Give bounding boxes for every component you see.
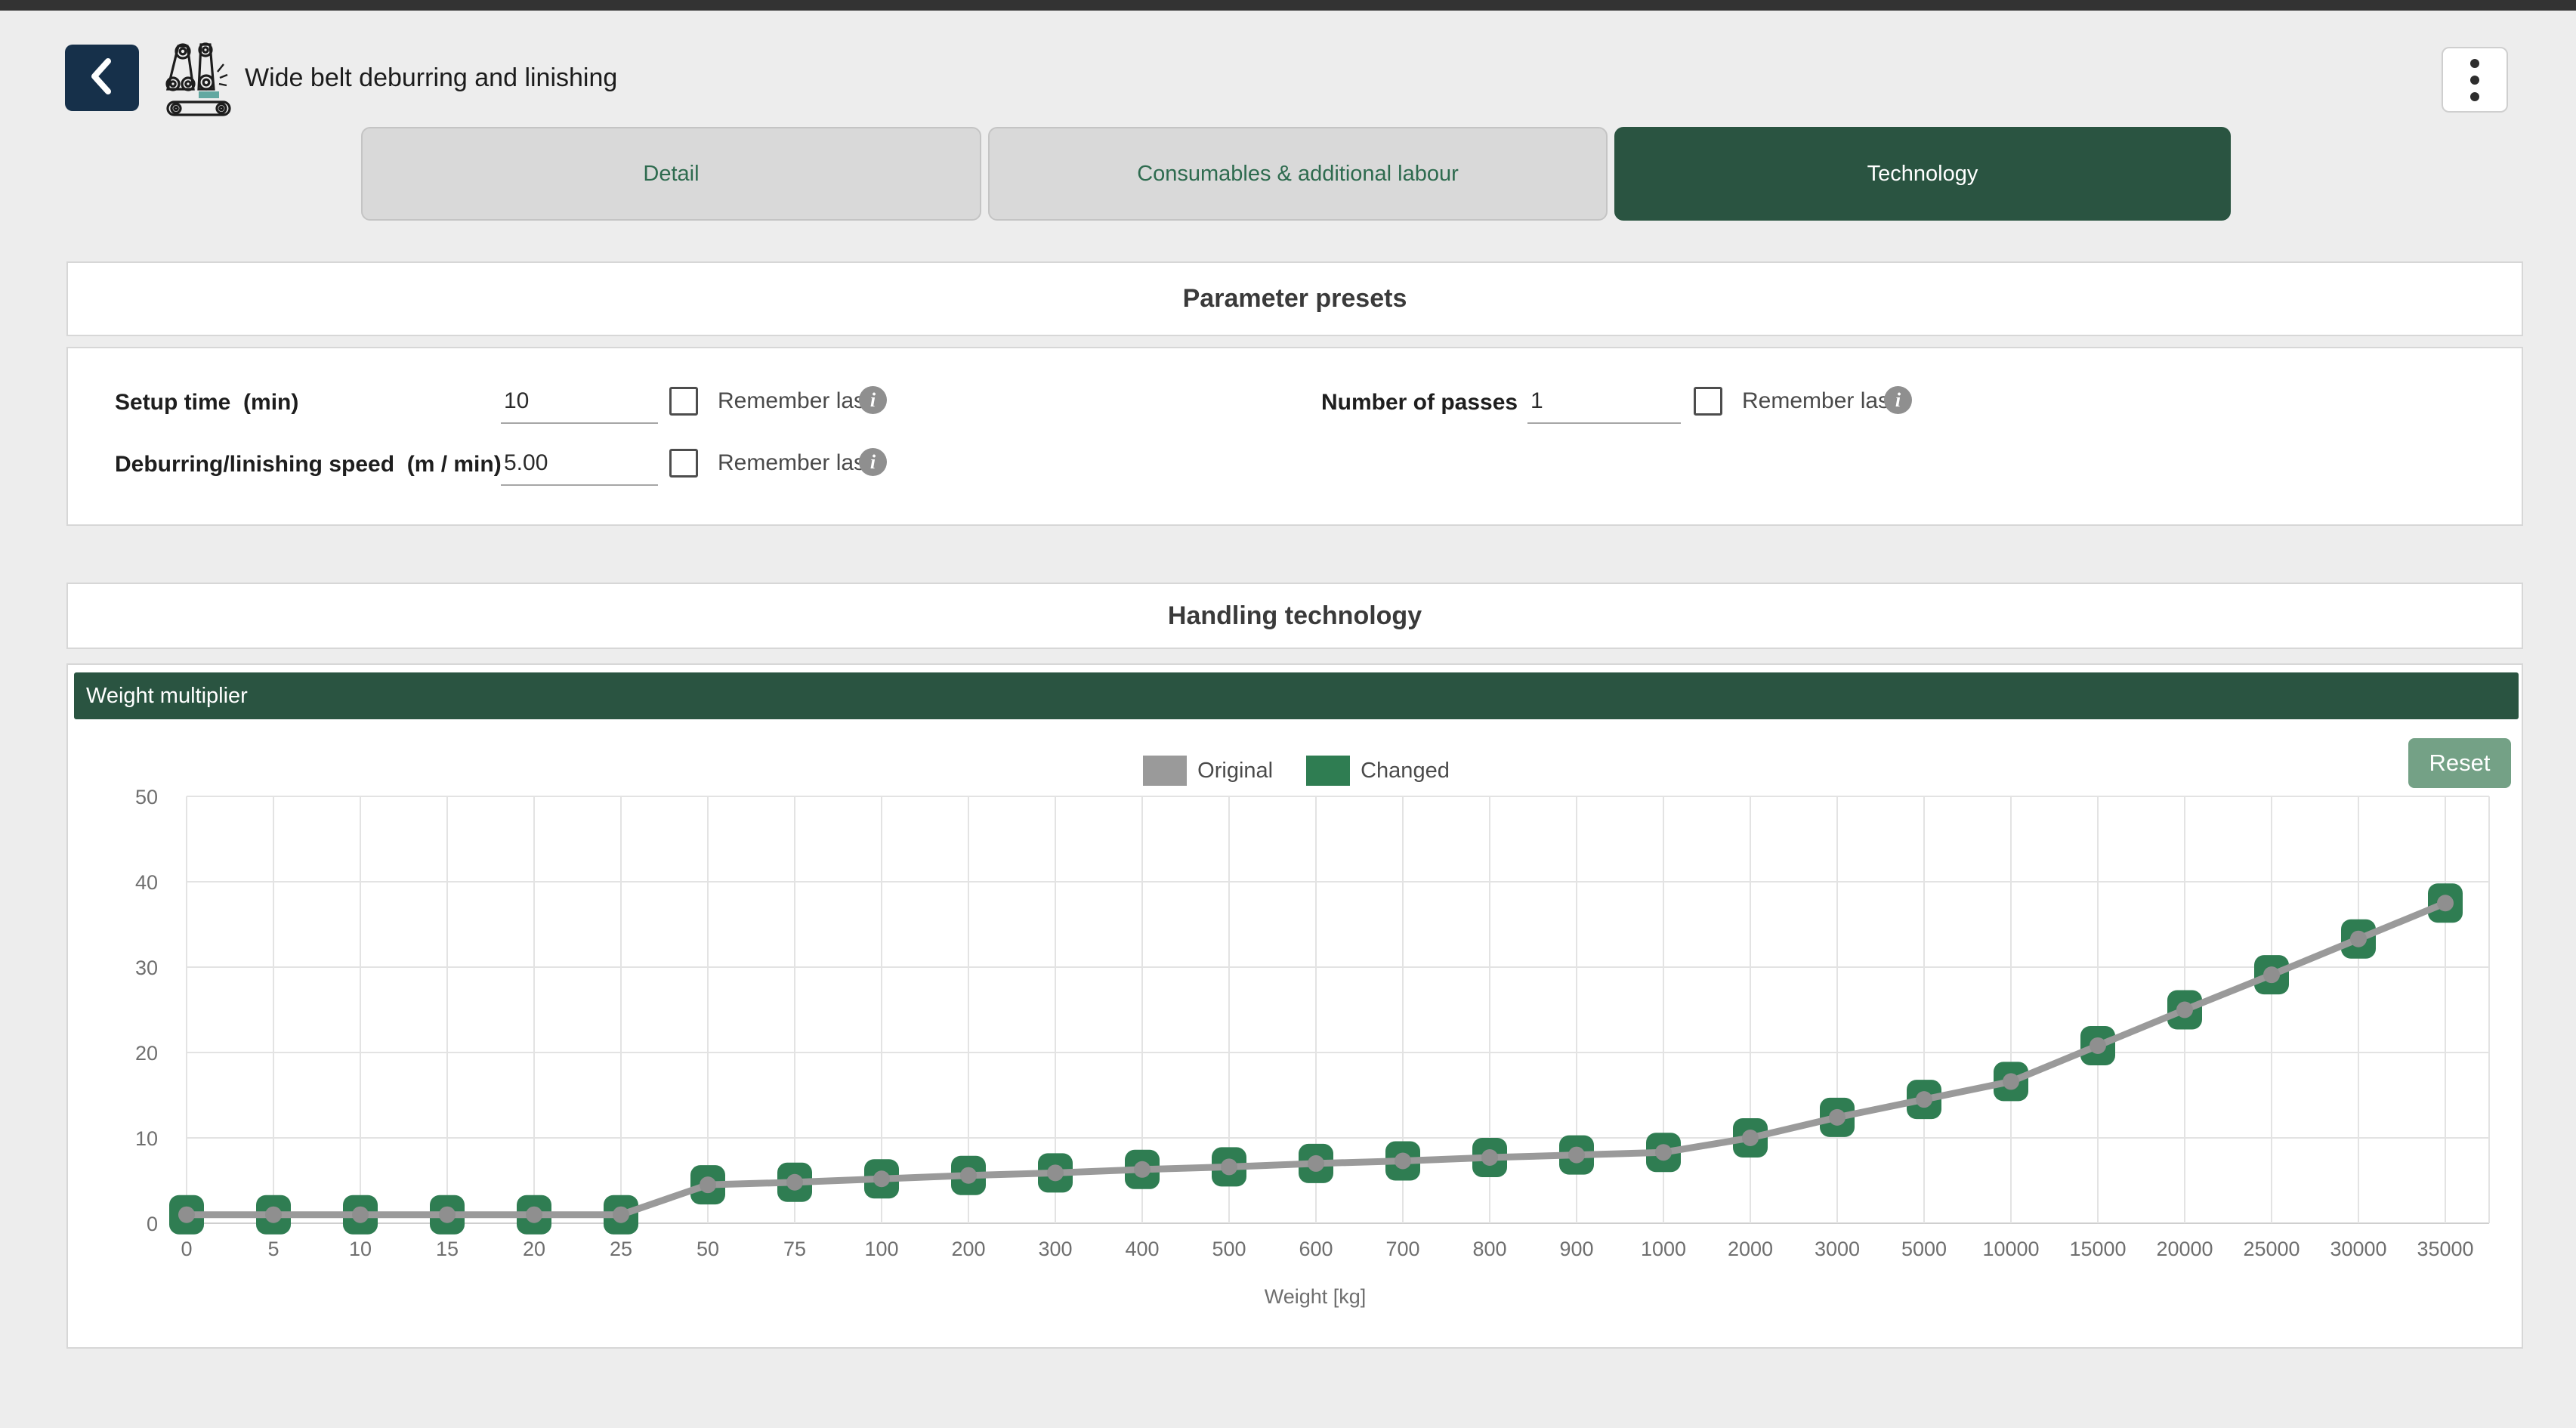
- speed-input[interactable]: [501, 444, 658, 486]
- svg-text:500: 500: [1212, 1238, 1246, 1260]
- svg-text:700: 700: [1385, 1238, 1419, 1260]
- tab-consumables[interactable]: Consumables & additional labour: [988, 127, 1608, 221]
- back-button[interactable]: [65, 45, 139, 111]
- svg-text:2000: 2000: [1728, 1238, 1773, 1260]
- svg-text:15000: 15000: [2069, 1238, 2126, 1260]
- page-title: Wide belt deburring and linishing: [245, 45, 617, 111]
- svg-text:75: 75: [783, 1238, 806, 1260]
- setup-time-remember-label: Remember last: [718, 385, 871, 418]
- tab-technology[interactable]: Technology: [1614, 127, 2231, 221]
- handling-technology-card: Handling technology: [66, 583, 2523, 649]
- svg-text:1000: 1000: [1641, 1238, 1686, 1260]
- handling-technology-title: Handling technology: [68, 584, 2522, 648]
- svg-text:300: 300: [1038, 1238, 1072, 1260]
- svg-text:10: 10: [135, 1127, 158, 1150]
- setup-time-input[interactable]: [501, 382, 658, 424]
- svg-text:900: 900: [1559, 1238, 1593, 1260]
- passes-remember-checkbox[interactable]: [1694, 387, 1722, 416]
- parameter-presets-title: Parameter presets: [68, 263, 2522, 335]
- app-window: Wide belt deburring and linishing Detail…: [0, 0, 2576, 1428]
- svg-text:100: 100: [864, 1238, 898, 1260]
- svg-text:400: 400: [1125, 1238, 1159, 1260]
- svg-text:25000: 25000: [2243, 1238, 2300, 1260]
- svg-text:Weight [kg]: Weight [kg]: [1265, 1285, 1367, 1308]
- setup-time-info-icon[interactable]: i: [859, 386, 887, 414]
- svg-text:50: 50: [697, 1238, 719, 1260]
- passes-remember-label: Remember last: [1742, 385, 1895, 418]
- passes-info-icon[interactable]: i: [1884, 386, 1912, 414]
- svg-text:5000: 5000: [1901, 1238, 1947, 1260]
- svg-text:10000: 10000: [1982, 1238, 2039, 1260]
- svg-text:20: 20: [135, 1042, 158, 1065]
- kebab-menu-icon: [2470, 59, 2479, 68]
- svg-text:15: 15: [436, 1238, 459, 1260]
- tab-detail[interactable]: Detail: [361, 127, 981, 221]
- parameter-presets-card: Parameter presets: [66, 261, 2523, 336]
- speed-remember-label: Remember last: [718, 447, 871, 480]
- setup-time-label: Setup time (min): [115, 380, 298, 425]
- svg-text:20: 20: [523, 1238, 545, 1260]
- passes-label: Number of passes: [1321, 380, 1518, 425]
- setup-time-remember-checkbox[interactable]: [669, 387, 698, 416]
- speed-info-icon[interactable]: i: [859, 448, 887, 476]
- svg-text:10: 10: [349, 1238, 372, 1260]
- svg-text:25: 25: [610, 1238, 632, 1260]
- svg-text:600: 600: [1299, 1238, 1333, 1260]
- svg-text:5: 5: [267, 1238, 279, 1260]
- svg-text:800: 800: [1472, 1238, 1506, 1260]
- passes-input[interactable]: [1527, 382, 1681, 424]
- kebab-menu-button[interactable]: [2442, 47, 2508, 113]
- speed-remember-checkbox[interactable]: [669, 449, 698, 478]
- svg-text:30000: 30000: [2330, 1238, 2386, 1260]
- svg-text:0: 0: [147, 1213, 158, 1235]
- svg-text:50: 50: [135, 786, 158, 808]
- weight-multiplier-card: Weight multiplier Reset OriginalChanged …: [66, 663, 2523, 1349]
- svg-text:40: 40: [135, 871, 158, 894]
- svg-text:20000: 20000: [2156, 1238, 2213, 1260]
- wide-belt-sander-icon: [157, 42, 242, 117]
- window-top-strip: [0, 0, 2576, 11]
- svg-text:30: 30: [135, 957, 158, 979]
- svg-text:0: 0: [181, 1238, 192, 1260]
- svg-text:35000: 35000: [2417, 1238, 2473, 1260]
- parameter-fields-card: Setup time (min) Remember last i Deburri…: [66, 347, 2523, 526]
- weight-multiplier-chart[interactable]: 0102030405005101520255075100200300400500…: [68, 665, 2525, 1350]
- svg-text:200: 200: [951, 1238, 985, 1260]
- svg-text:3000: 3000: [1815, 1238, 1860, 1260]
- chevron-left-icon: [83, 54, 121, 103]
- speed-label: Deburring/linishing speed (m / min): [115, 442, 502, 487]
